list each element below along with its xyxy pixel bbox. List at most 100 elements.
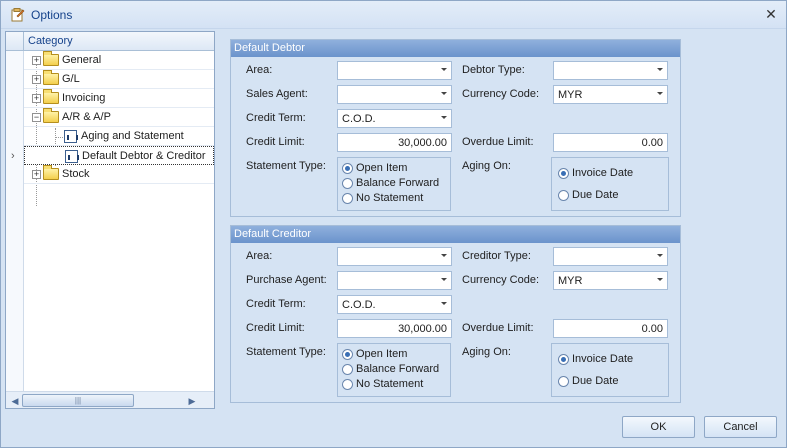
- chevron-down-icon[interactable]: [657, 92, 663, 95]
- aging-on-label: Aging On:: [462, 346, 511, 358]
- tree-item-default-debtor-creditor[interactable]: Default Debtor & Creditor: [24, 146, 214, 165]
- currency-code-value: MYR: [558, 89, 583, 101]
- creditor-type-label: Creditor Type:: [462, 250, 531, 262]
- radio-due-date[interactable]: [558, 190, 569, 201]
- category-tree[interactable]: Category + General + G/L + Invoicing − A…: [5, 31, 215, 409]
- radio-label: No Statement: [356, 378, 424, 390]
- radio-no-statement[interactable]: [342, 193, 353, 204]
- scroll-right-icon[interactable]: ▶: [186, 395, 198, 407]
- expand-icon[interactable]: +: [32, 56, 41, 65]
- tree-item-label: Default Debtor & Creditor: [82, 150, 206, 162]
- chevron-down-icon[interactable]: [441, 116, 447, 119]
- currency-code-dropdown[interactable]: MYR: [553, 271, 668, 290]
- chevron-down-icon[interactable]: [657, 254, 663, 257]
- radio-balance-forward[interactable]: [342, 364, 353, 375]
- title-bar: Options ✕: [1, 1, 786, 29]
- credit-term-label: Credit Term:: [246, 298, 306, 310]
- radio-label: Open Item: [356, 162, 408, 174]
- tree-item-label: A/R & A/P: [62, 111, 111, 123]
- area-dropdown[interactable]: [337, 61, 452, 80]
- radio-open-item[interactable]: [342, 349, 353, 360]
- radio-no-statement[interactable]: [342, 379, 353, 390]
- overdue-limit-input[interactable]: 0.00: [553, 133, 668, 152]
- radio-label: No Statement: [356, 192, 424, 204]
- credit-term-dropdown[interactable]: C.O.D.: [337, 295, 452, 314]
- radio-label: Due Date: [572, 375, 619, 387]
- category-column-header[interactable]: Category: [28, 35, 73, 47]
- row-indicator-column: [6, 51, 24, 391]
- purchase-agent-dropdown[interactable]: [337, 271, 452, 290]
- tree-item-label: Aging and Statement: [81, 130, 184, 142]
- scroll-left-icon[interactable]: ◀: [9, 395, 21, 407]
- radio-due-date[interactable]: [558, 376, 569, 387]
- chevron-down-icon[interactable]: [657, 68, 663, 71]
- current-row-indicator-icon: ›: [11, 150, 15, 162]
- currency-code-dropdown[interactable]: MYR: [553, 85, 668, 104]
- scroll-thumb[interactable]: |||: [22, 394, 134, 407]
- expand-icon[interactable]: +: [32, 75, 41, 84]
- credit-term-value: C.O.D.: [342, 113, 376, 125]
- horizontal-scrollbar[interactable]: ◀ ||| ▶: [6, 391, 214, 408]
- aging-on-label: Aging On:: [462, 160, 511, 172]
- credit-limit-value: 30,000.00: [398, 323, 447, 335]
- sales-agent-dropdown[interactable]: [337, 85, 452, 104]
- tree-item-label: Stock: [62, 168, 90, 180]
- folder-icon: [43, 70, 59, 85]
- cancel-button[interactable]: Cancel: [704, 416, 777, 438]
- debtor-type-label: Debtor Type:: [462, 64, 525, 76]
- radio-label: Balance Forward: [356, 177, 440, 189]
- close-icon[interactable]: ✕: [764, 6, 778, 22]
- overdue-limit-value: 0.00: [641, 137, 663, 149]
- tree-item-label: Invoicing: [62, 92, 106, 104]
- chevron-down-icon[interactable]: [441, 68, 447, 71]
- radio-label: Due Date: [572, 189, 619, 201]
- tree-item-general[interactable]: + General: [24, 51, 214, 70]
- ok-button[interactable]: OK: [622, 416, 695, 438]
- creditor-type-dropdown[interactable]: [553, 247, 668, 266]
- statement-type-radio-group: Open Item Balance Forward No Statement: [337, 343, 451, 397]
- sales-agent-label: Sales Agent:: [246, 88, 308, 100]
- credit-limit-input[interactable]: 30,000.00: [337, 319, 452, 338]
- currency-code-value: MYR: [558, 275, 583, 287]
- statement-type-label: Statement Type:: [246, 160, 326, 172]
- collapse-icon[interactable]: −: [32, 113, 41, 122]
- credit-term-dropdown[interactable]: C.O.D.: [337, 109, 452, 128]
- expand-icon[interactable]: +: [32, 94, 41, 103]
- tree-item-invoicing[interactable]: + Invoicing: [24, 89, 214, 108]
- overdue-limit-value: 0.00: [641, 323, 663, 335]
- credit-limit-input[interactable]: 30,000.00: [337, 133, 452, 152]
- default-creditor-group: Default Creditor Area: Creditor Type: Pu…: [230, 225, 681, 403]
- chevron-down-icon[interactable]: [441, 254, 447, 257]
- radio-invoice-date[interactable]: [558, 354, 569, 365]
- group-title: Default Debtor: [231, 40, 680, 57]
- chevron-down-icon[interactable]: [441, 302, 447, 305]
- radio-open-item[interactable]: [342, 163, 353, 174]
- aging-on-radio-group: Invoice Date Due Date: [551, 157, 669, 211]
- row-indicator-header: [6, 32, 24, 50]
- overdue-limit-label: Overdue Limit:: [462, 322, 534, 334]
- tree-item-gl[interactable]: + G/L: [24, 70, 214, 89]
- chevron-down-icon[interactable]: [657, 278, 663, 281]
- currency-code-label: Currency Code:: [462, 88, 540, 100]
- area-label: Area:: [246, 64, 273, 76]
- chevron-down-icon[interactable]: [441, 92, 447, 95]
- overdue-limit-input[interactable]: 0.00: [553, 319, 668, 338]
- radio-balance-forward[interactable]: [342, 178, 353, 189]
- folder-icon: [43, 108, 59, 123]
- debtor-type-dropdown[interactable]: [553, 61, 668, 80]
- tree-item-stock[interactable]: + Stock: [24, 165, 214, 184]
- credit-limit-value: 30,000.00: [398, 137, 447, 149]
- window-title: Options: [31, 8, 73, 22]
- radio-invoice-date[interactable]: [558, 168, 569, 179]
- expand-icon[interactable]: +: [32, 170, 41, 179]
- chevron-down-icon[interactable]: [441, 278, 447, 281]
- tree-item-label: General: [62, 54, 102, 66]
- tree-item-ar-ap[interactable]: − A/R & A/P: [24, 108, 214, 127]
- report-icon: [65, 150, 79, 163]
- options-icon: [11, 8, 25, 22]
- tree-item-aging-statement[interactable]: Aging and Statement: [24, 127, 214, 146]
- area-dropdown[interactable]: [337, 247, 452, 266]
- group-title: Default Creditor: [231, 226, 680, 243]
- purchase-agent-label: Purchase Agent:: [246, 274, 327, 286]
- statement-type-label: Statement Type:: [246, 346, 326, 358]
